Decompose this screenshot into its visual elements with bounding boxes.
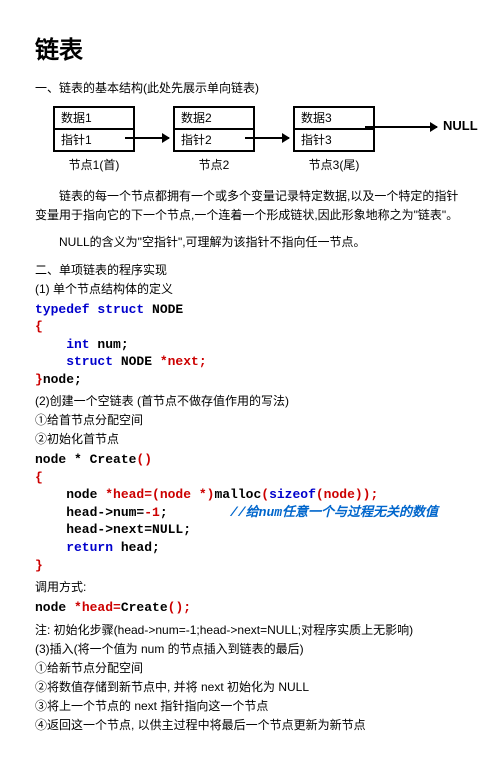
arrow-3 — [365, 126, 437, 128]
node3-data: 数据3 — [295, 108, 373, 130]
section-2-heading: 二、单项链表的程序实现 — [35, 261, 469, 278]
code-block-2: node * Create() { node *head=(node *)mal… — [35, 451, 469, 574]
section-1-heading: 一、链表的基本结构(此处先展示单向链表) — [35, 79, 469, 96]
intro-paragraph-2: NULL的含义为"空指针",可理解为该指针不指向任一节点。 — [35, 233, 469, 252]
step-3-label: (3)插入(将一个值为 num 的节点插入到链表的最后) — [35, 640, 469, 657]
step-2-sub1: ①给首节点分配空间 — [35, 411, 469, 428]
linked-list-diagram: 数据1 指针1 数据2 指针2 数据3 指针3 NULL 节点1(首) 节点2 … — [35, 106, 469, 173]
diagram-node-3: 数据3 指针3 — [293, 106, 375, 152]
node2-data: 数据2 — [175, 108, 253, 130]
diagram-node-1: 数据1 指针1 — [53, 106, 135, 152]
node1-data: 数据1 — [55, 108, 133, 130]
intro-paragraph-1: 链表的每一个节点都拥有一个或多个变量记录特定数据,以及一个特定的指针变量用于指向… — [35, 187, 469, 225]
diagram-node-2: 数据2 指针2 — [173, 106, 255, 152]
step-2-sub2: ②初始化首节点 — [35, 430, 469, 447]
page-title: 链表 — [35, 30, 469, 65]
step-2-label: (2)创建一个空链表 (首节点不做存值作用的写法) — [35, 392, 469, 409]
node1-ptr: 指针1 — [55, 130, 133, 150]
node2-label: 节点2 — [173, 156, 255, 173]
code-block-1: typedef struct NODE { int num; struct NO… — [35, 301, 469, 389]
node3-label: 节点3(尾) — [293, 156, 375, 173]
node1-label: 节点1(首) — [53, 156, 135, 173]
code-block-3: node *head=Create(); — [35, 599, 469, 617]
call-label: 调用方式: — [35, 578, 469, 595]
step-3-sub4: ④返回这一个节点, 以供主过程中将最后一个节点更新为新节点 — [35, 716, 469, 733]
null-label: NULL — [443, 118, 478, 133]
step-3-sub1: ①给新节点分配空间 — [35, 659, 469, 676]
arrow-1 — [125, 137, 169, 139]
node2-ptr: 指针2 — [175, 130, 253, 150]
step-3-sub3: ③将上一个节点的 next 指针指向这一个节点 — [35, 697, 469, 714]
step-3-sub2: ②将数值存储到新节点中, 并将 next 初始化为 NULL — [35, 678, 469, 695]
node3-ptr: 指针3 — [295, 130, 373, 150]
arrow-2 — [245, 137, 289, 139]
note-line: 注: 初始化步骤(head->num=-1;head->next=NULL;对程… — [35, 621, 469, 638]
step-1-label: (1) 单个节点结构体的定义 — [35, 280, 469, 297]
